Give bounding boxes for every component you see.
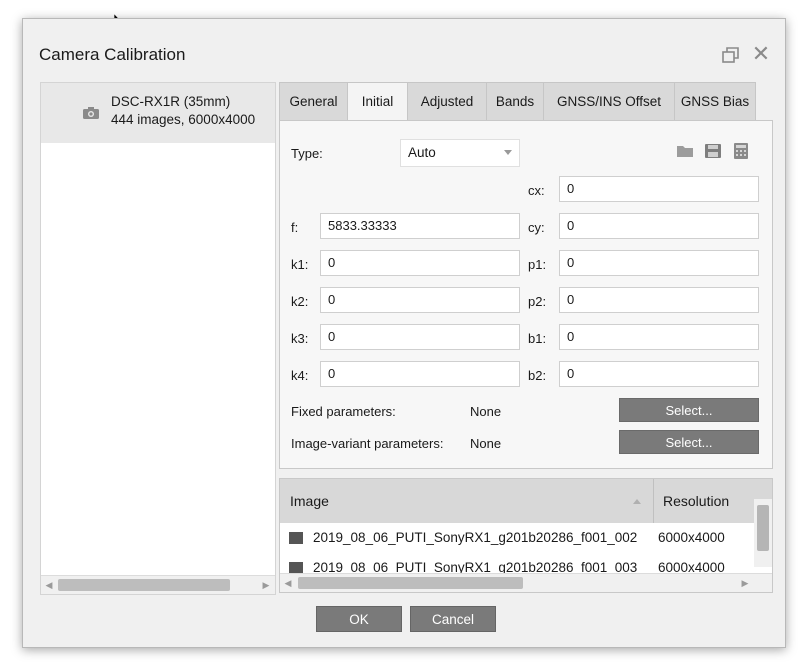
cy-field[interactable]: 0	[559, 213, 759, 239]
tab-gnss-ins-offset[interactable]: GNSS/INS Offset	[543, 82, 675, 120]
b1-field[interactable]: 0	[559, 324, 759, 350]
left-horizontal-scrollbar[interactable]: ◀ ▶	[41, 575, 275, 594]
p1-label: p1:	[528, 257, 547, 272]
k2-label: k2:	[291, 294, 309, 309]
camera-list-item[interactable]: DSC-RX1R (35mm) 444 images, 6000x4000	[41, 83, 275, 143]
cancel-button[interactable]: Cancel	[410, 606, 496, 632]
k4-label: k4:	[291, 368, 309, 383]
image-icon	[289, 532, 303, 544]
chevron-down-icon	[504, 150, 512, 155]
tab-initial[interactable]: Initial	[347, 82, 408, 122]
column-header-image[interactable]: Image	[290, 479, 329, 523]
fixed-parameters-label: Fixed parameters:	[291, 404, 396, 419]
initial-panel: Type: Auto cx: 0 f: 5833.33333 cy: 0 k1:	[279, 120, 773, 469]
camera-calibration-dialog: Camera Calibration ✕ DSC-RX1R (35mm) 444…	[22, 18, 786, 648]
calculator-icon[interactable]	[732, 143, 750, 159]
tab-gnss-bias[interactable]: GNSS Bias	[674, 82, 756, 120]
f-field[interactable]: 5833.33333	[320, 213, 520, 239]
image-variant-parameters-label: Image-variant parameters:	[291, 436, 444, 451]
table-horizontal-scrollbar[interactable]: ◀ ▶	[280, 573, 772, 592]
image-name-cell: 2019_08_06_PUTI_SonyRX1_g201b20286_f001_…	[313, 530, 638, 545]
sort-ascending-icon	[633, 499, 641, 504]
table-vertical-scrollbar[interactable]	[754, 499, 772, 567]
scrollbar-thumb[interactable]	[298, 577, 523, 589]
k2-field[interactable]: 0	[320, 287, 520, 313]
k3-field[interactable]: 0	[320, 324, 520, 350]
scroll-right-icon[interactable]: ▶	[740, 577, 750, 589]
tab-general[interactable]: General	[279, 82, 348, 120]
k1-label: k1:	[291, 257, 309, 272]
tab-bands[interactable]: Bands	[486, 82, 544, 120]
fixed-parameters-select-button[interactable]: Select...	[619, 398, 759, 422]
k4-field[interactable]: 0	[320, 361, 520, 387]
camera-info: 444 images, 6000x4000	[111, 112, 256, 127]
p2-label: p2:	[528, 294, 547, 309]
scroll-left-icon[interactable]: ◀	[283, 577, 293, 589]
table-row[interactable]: 2019_08_06_PUTI_SonyRX1_g201b20286_f001_…	[280, 524, 754, 552]
dialog-title: Camera Calibration	[39, 45, 186, 64]
type-dropdown[interactable]: Auto	[400, 139, 520, 167]
b1-label: b1:	[528, 331, 547, 346]
tab-bar: General Initial Adjusted Bands GNSS/INS …	[279, 82, 773, 122]
b2-label: b2:	[528, 368, 547, 383]
type-label: Type:	[291, 146, 323, 161]
resolution-cell: 6000x4000	[658, 530, 725, 545]
p1-field[interactable]: 0	[559, 250, 759, 276]
images-table: Image Resolution 2019_08_06_PUTI_SonyRX1…	[279, 478, 773, 593]
p2-field[interactable]: 0	[559, 287, 759, 313]
image-variant-select-button[interactable]: Select...	[619, 430, 759, 454]
cx-field[interactable]: 0	[559, 176, 759, 202]
b2-field[interactable]: 0	[559, 361, 759, 387]
column-divider	[653, 479, 654, 523]
k3-label: k3:	[291, 331, 309, 346]
scrollbar-thumb[interactable]	[757, 505, 769, 551]
type-dropdown-value: Auto	[408, 145, 436, 160]
save-icon[interactable]	[704, 143, 722, 159]
scroll-left-icon[interactable]: ◀	[44, 579, 54, 591]
restore-window-icon[interactable]	[721, 45, 741, 65]
table-header: Image Resolution	[280, 479, 772, 523]
f-label: f:	[291, 220, 299, 235]
image-variant-parameters-value: None	[470, 436, 502, 451]
fixed-parameters-value: None	[470, 404, 502, 419]
camera-list: DSC-RX1R (35mm) 444 images, 6000x4000 ◀ …	[40, 82, 276, 595]
scroll-right-icon[interactable]: ▶	[261, 579, 271, 591]
cx-label: cx:	[528, 183, 545, 198]
cy-label: cy:	[528, 220, 545, 235]
close-icon[interactable]: ✕	[751, 43, 771, 65]
column-header-resolution[interactable]: Resolution	[663, 479, 729, 523]
camera-name: DSC-RX1R (35mm)	[111, 94, 231, 109]
ok-button[interactable]: OK	[316, 606, 402, 632]
camera-icon	[83, 107, 99, 119]
scrollbar-thumb[interactable]	[58, 579, 230, 591]
folder-icon[interactable]	[676, 143, 694, 159]
k1-field[interactable]: 0	[320, 250, 520, 276]
tab-adjusted[interactable]: Adjusted	[407, 82, 487, 120]
